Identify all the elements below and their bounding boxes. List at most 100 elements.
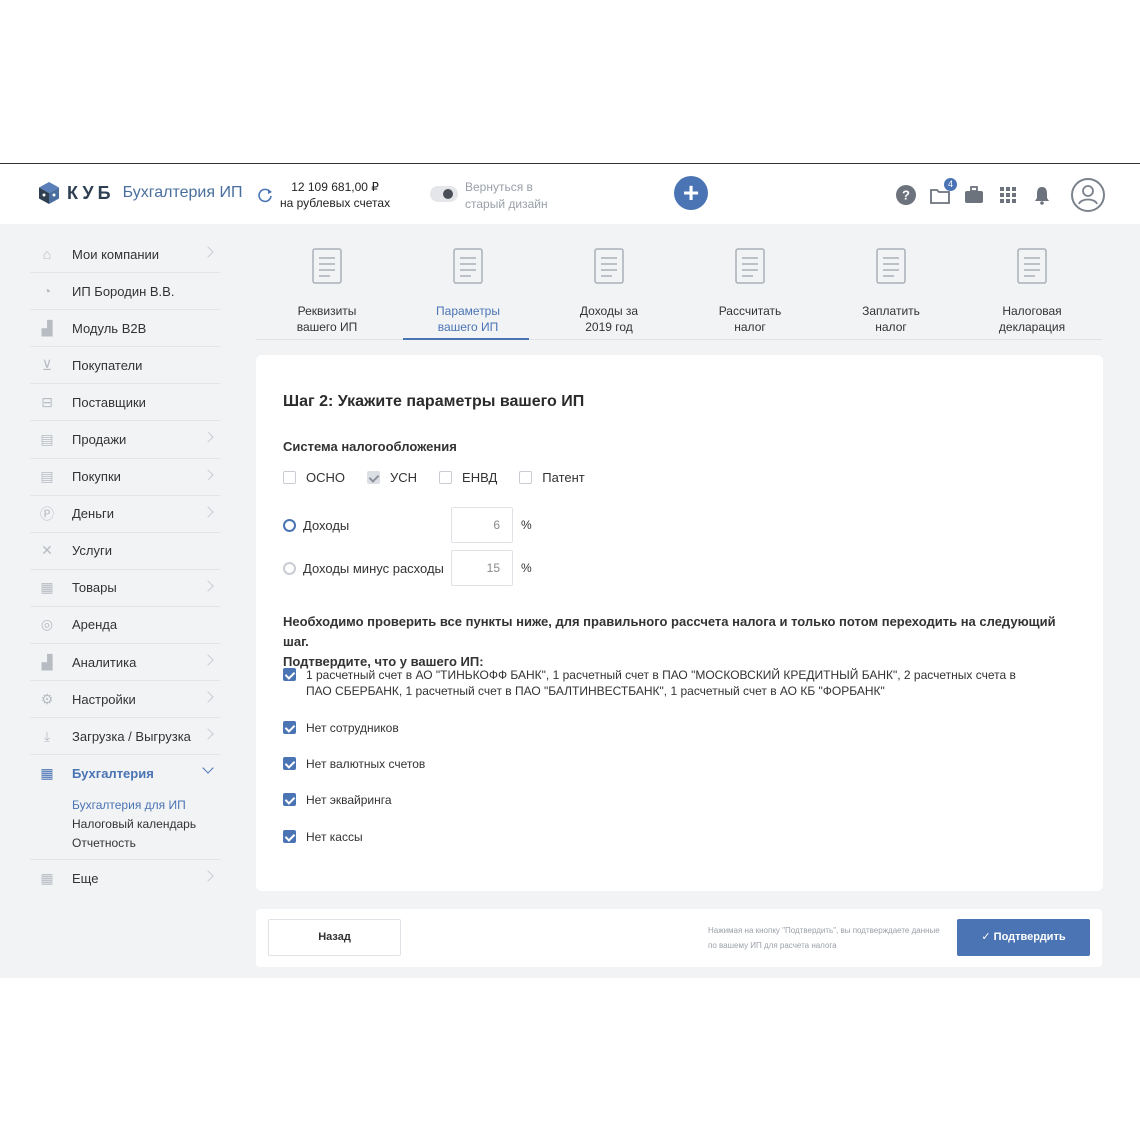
confirmation-label: Нет кассы (306, 830, 363, 844)
confirmation-item[interactable]: Нет сотрудников (283, 720, 1023, 736)
sidebar-item-label: Деньги (72, 506, 114, 522)
tax-system-checkbox[interactable] (519, 471, 533, 484)
add-button[interactable]: + (674, 176, 708, 210)
sidebar-item[interactable]: ▤ Покупки (30, 459, 220, 496)
help-icon[interactable]: ? (895, 184, 917, 206)
step-label-line1: Доходы за (579, 304, 639, 318)
old-design-toggle[interactable] (430, 186, 458, 202)
tax-system-label: Патент (542, 470, 585, 485)
step-tab[interactable]: Реквизиты вашего ИП (262, 246, 392, 335)
sidebar-item[interactable]: ⚙ Настройки (30, 681, 220, 719)
sidebar-item-label: Аналитика (72, 654, 137, 670)
chevron-right-icon (202, 580, 214, 592)
sidebar-item-label: Аренда (72, 617, 118, 633)
bell-icon[interactable] (1031, 184, 1053, 206)
step-tab[interactable]: Доходы за 2019 год (544, 246, 674, 335)
sidebar-item-accounting[interactable]: ▦ Бухгалтерия (30, 755, 220, 792)
tax-system-option[interactable]: Патент (519, 470, 585, 485)
confirmation-checkbox[interactable] (283, 721, 296, 734)
confirmation-label: Нет эквайринга (306, 793, 392, 807)
step-label-line2: 2019 год (585, 320, 633, 334)
confirmation-checkbox[interactable] (283, 757, 296, 770)
rate-income-label: Доходы (303, 517, 350, 533)
purchases-icon: ▤ (40, 468, 54, 485)
chart-icon: ▟ (41, 319, 53, 336)
rate-income-minus-radio[interactable] (283, 561, 296, 575)
confirmation-checkbox[interactable] (283, 668, 296, 681)
sidebar-item-label: Покупки (72, 469, 121, 485)
calculator-icon (735, 248, 765, 284)
sidebar-item[interactable]: ⊟ Поставщики (30, 384, 220, 422)
sidebar-item[interactable]: ◔ ИП Бородин В.В. (30, 273, 220, 311)
documents-icon[interactable]: 4 (929, 178, 957, 206)
page-title: Шаг 2: Укажите параметры вашего ИП (283, 393, 585, 410)
sidebar-item-label: Товары (72, 580, 117, 596)
confirmation-item[interactable]: Нет кассы (283, 829, 1023, 845)
sidebar-item[interactable]: ◎ Аренда (30, 607, 220, 645)
declaration-icon (1017, 248, 1047, 284)
sidebar-item[interactable]: ▟ Модуль B2B (30, 310, 220, 348)
sidebar-item-label: Поставщики (72, 394, 146, 410)
step-label: Реквизиты вашего ИП (262, 303, 392, 335)
sidebar-item[interactable]: Ⓟ Деньги (30, 496, 220, 533)
logo[interactable]: КУБ Бухгалтерия ИП (37, 181, 242, 205)
step-tab[interactable]: Заплатить налог (826, 246, 956, 335)
tax-system-label: ЕНВД (462, 470, 498, 485)
chevron-right-icon (202, 505, 214, 518)
chevron-right-icon (202, 431, 214, 444)
notice-line1: Необходимо проверить все пункты ниже, дл… (283, 614, 1056, 649)
submenu-item[interactable]: Налоговый календарь (72, 815, 220, 834)
sidebar-item-more[interactable]: ▦ Еще (30, 860, 220, 897)
refresh-icon[interactable] (256, 186, 274, 204)
chevron-right-icon (202, 246, 214, 258)
apps-grid-icon[interactable] (997, 184, 1019, 206)
back-button[interactable]: Назад (268, 919, 401, 956)
submenu-item[interactable]: Бухгалтерия для ИП (72, 796, 220, 815)
balance-widget[interactable]: 12 109 681,00 ₽ на рублевых счетах (256, 179, 390, 211)
tax-system-option[interactable]: УСН (367, 470, 417, 485)
confirm-button[interactable]: ✓ Подтвердить (957, 919, 1090, 956)
confirmation-label: Нет сотрудников (306, 721, 399, 735)
sidebar-item[interactable]: ⌂ Мои компании (30, 236, 220, 274)
old-design-label: Вернуться в старый дизайн (465, 179, 548, 213)
chevron-right-icon (202, 654, 214, 666)
sidebar-item[interactable]: ⤓ Загрузка / Выгрузка (30, 718, 220, 756)
submenu-item[interactable]: Отчетность (72, 834, 220, 853)
document-icon (453, 248, 483, 284)
confirmation-label: 1 расчетный счет в АО "ТИНЬКОФФ БАНК", 1… (306, 668, 1016, 698)
rate-income-percent: % (521, 518, 532, 532)
logo-subtitle: Бухгалтерия ИП (122, 184, 243, 201)
sidebar-item[interactable]: ▤ Продажи (30, 421, 220, 459)
step-label-line2: вашего ИП (437, 320, 499, 334)
confirmation-item[interactable]: Нет валютных счетов (283, 756, 1023, 772)
grid-icon: ▦ (40, 870, 54, 887)
step-tab[interactable]: Налоговая декларация (967, 246, 1097, 335)
confirmation-checkbox[interactable] (283, 793, 296, 806)
step-tab[interactable]: Рассчитать налог (685, 246, 815, 335)
sidebar-item[interactable]: ✕ Услуги (30, 533, 220, 570)
gear-icon: ⚙ (40, 690, 54, 707)
check-icon: ✓ (981, 931, 994, 943)
tax-system-checkbox[interactable] (367, 471, 380, 484)
balance-text: 12 109 681,00 ₽ на рублевых счетах (280, 179, 390, 211)
confirmation-item[interactable]: 1 расчетный счет в АО "ТИНЬКОФФ БАНК", 1… (283, 667, 1023, 699)
confirmation-checkbox[interactable] (283, 830, 296, 843)
income-icon (594, 248, 624, 284)
help-glyph: ? (902, 188, 910, 203)
sidebar-item[interactable]: ▦ Товары (30, 570, 220, 607)
tax-system-checkbox[interactable] (283, 471, 296, 484)
tax-system-option[interactable]: ОСНО (283, 470, 345, 485)
step-tab[interactable]: Параметры вашего ИП (403, 246, 533, 340)
old-design-line1: Вернуться в (465, 180, 533, 194)
rate-income-input[interactable]: 6 (451, 507, 513, 543)
tax-system-checkbox[interactable] (439, 471, 453, 484)
rate-income-minus-input[interactable]: 15 (451, 550, 513, 586)
confirmation-item[interactable]: Нет эквайринга (283, 792, 1023, 808)
sidebar-item[interactable]: ▟ Аналитика (30, 644, 220, 682)
tax-system-option[interactable]: ЕНВД (439, 470, 497, 485)
briefcase-icon[interactable] (963, 184, 985, 206)
user-avatar[interactable] (1071, 178, 1105, 212)
step-label-line1: Заплатить (862, 304, 920, 318)
sidebar-item[interactable]: ⊻ Покупатели (30, 347, 220, 385)
rate-income-radio[interactable] (283, 518, 296, 532)
